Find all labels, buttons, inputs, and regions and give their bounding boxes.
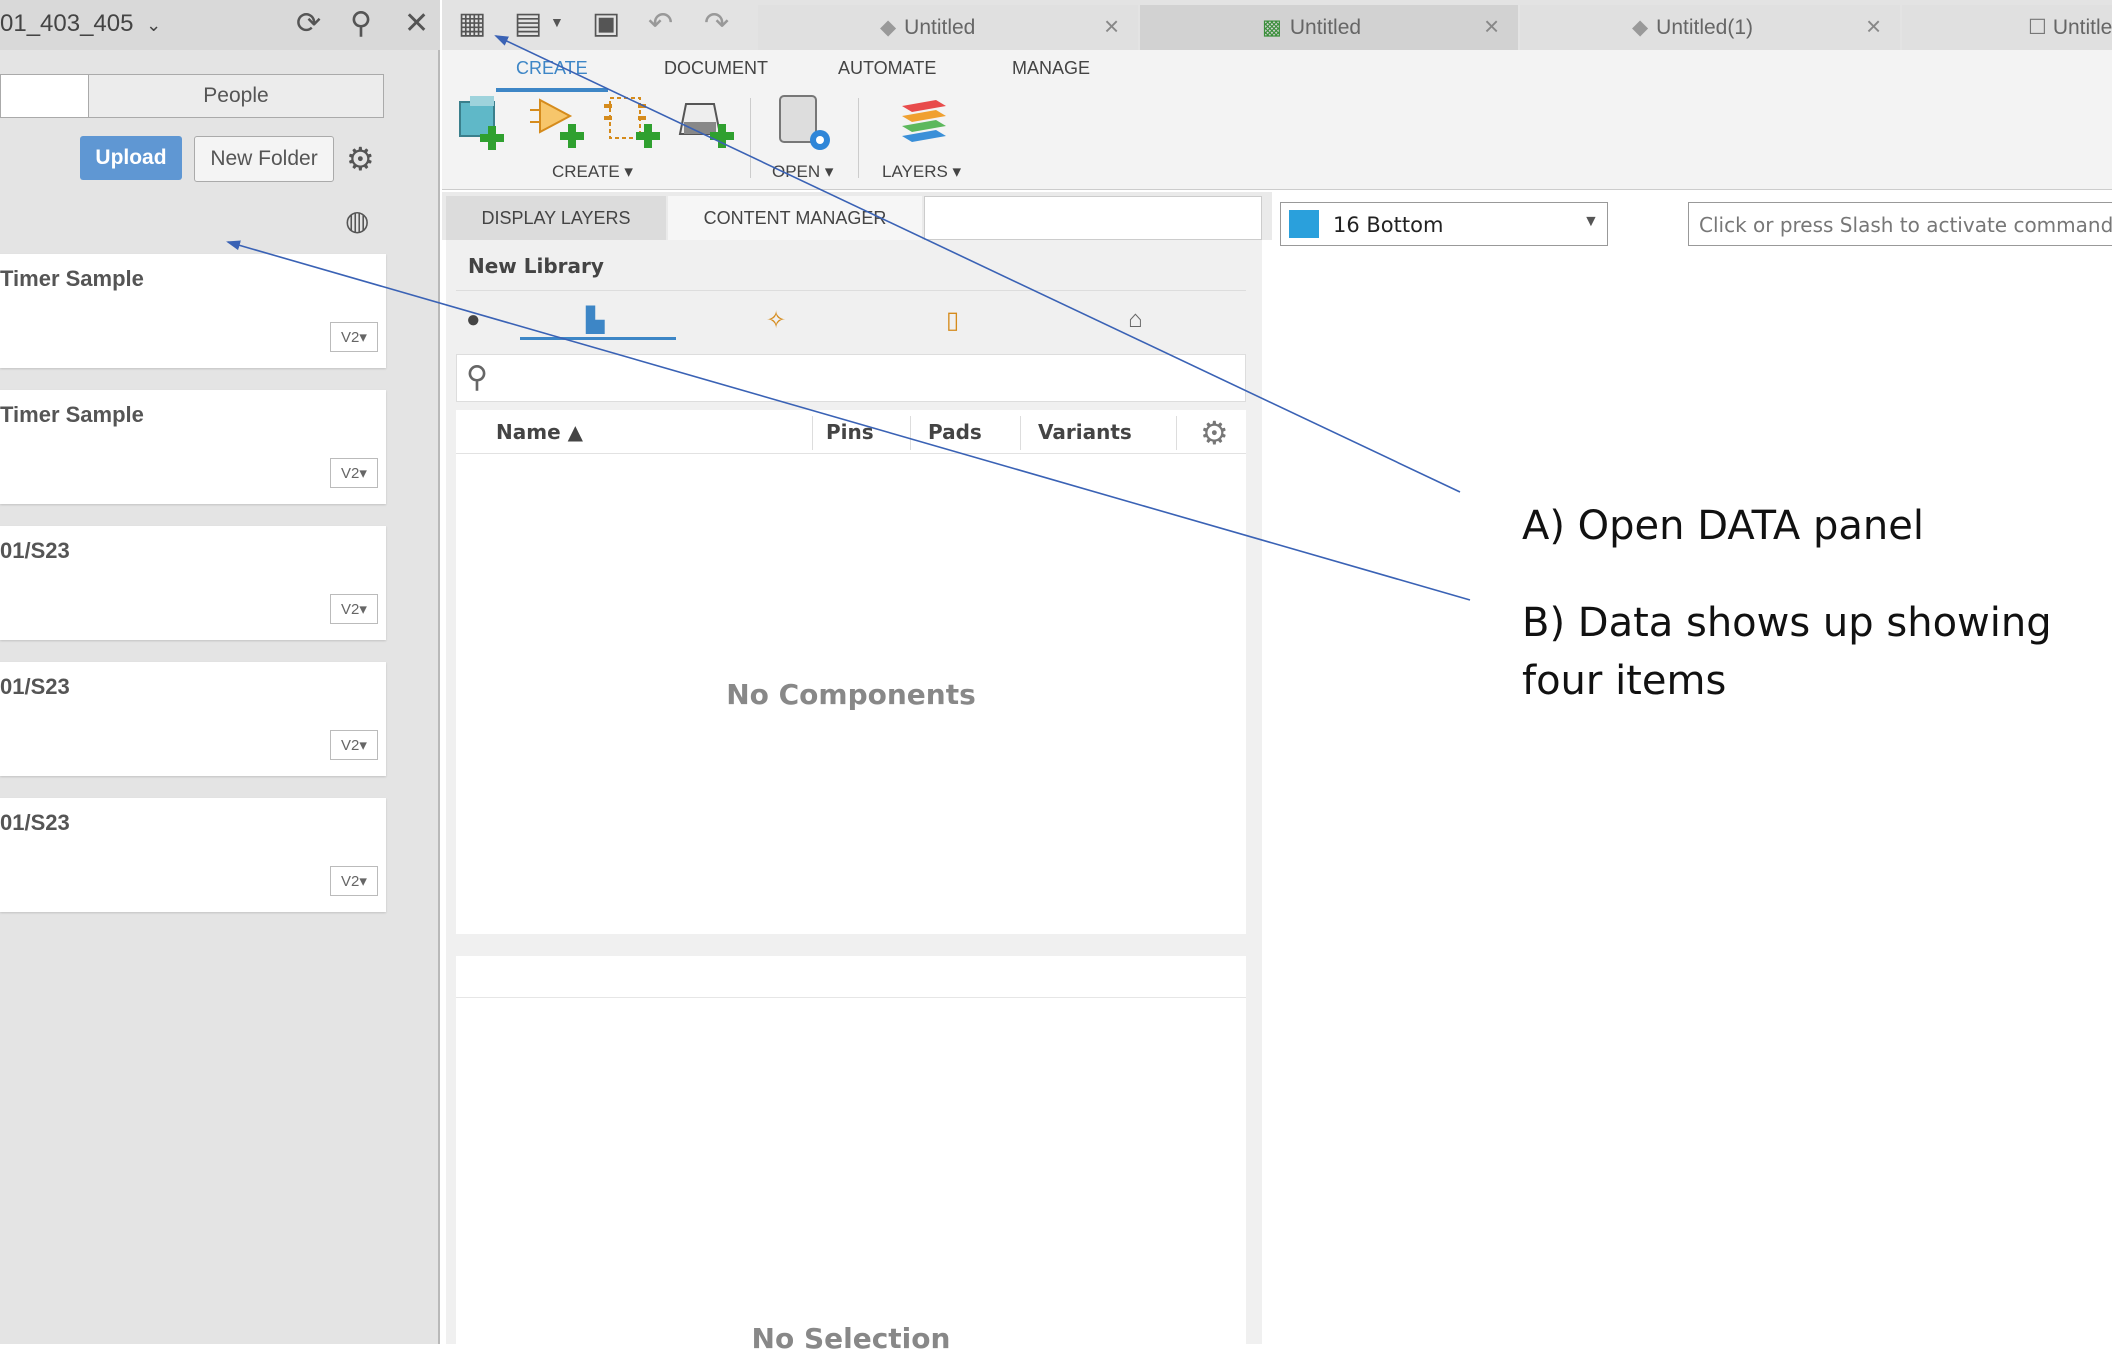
tab-manage[interactable]: MANAGE (1012, 58, 1090, 79)
people-tab[interactable]: People (88, 74, 384, 118)
close-icon[interactable]: × (1866, 11, 1881, 42)
info-icon[interactable]: ● (466, 306, 481, 334)
new-footprint-icon[interactable] (604, 94, 666, 154)
create-group-label[interactable]: CREATE ▾ (552, 162, 633, 182)
document-tab[interactable]: ◆ Untitled(1) × (1520, 5, 1900, 50)
version-dropdown[interactable]: V2▾ (330, 322, 378, 352)
refresh-icon[interactable]: ⟳ (296, 6, 321, 41)
divider (1176, 416, 1177, 450)
tab-label: Untitled (904, 15, 976, 39)
tab-label: Untitle (2052, 15, 2112, 39)
component-search-input[interactable] (456, 354, 1246, 402)
upload-button[interactable]: Upload (80, 136, 182, 180)
gear-icon[interactable]: ⚙ (1200, 414, 1229, 452)
divider (812, 416, 813, 450)
symbols-icon[interactable]: ✧ (766, 306, 786, 335)
project-name-label: 01_403_405 (0, 10, 134, 37)
column-pads[interactable]: Pads (928, 420, 982, 444)
separator (750, 98, 751, 178)
column-pins[interactable]: Pins (826, 420, 874, 444)
layers-group-label[interactable]: LAYERS ▾ (882, 162, 961, 182)
data-item-title: Timer Sample (0, 402, 144, 427)
empty-tab (924, 196, 1262, 240)
selection-empty-text: No Selection (751, 1322, 951, 1355)
segment-data[interactable] (0, 74, 88, 118)
file-icon[interactable]: ▤ (514, 6, 542, 41)
data-item[interactable]: Timer Sample V2▾ (0, 390, 386, 504)
selection-panel-header (456, 956, 1246, 998)
column-variants[interactable]: Variants (1038, 420, 1132, 444)
tab-document[interactable]: DOCUMENT (664, 58, 768, 79)
layer-select-value: 16 Bottom (1333, 213, 1444, 237)
tab-label: Untitled (1289, 15, 1362, 39)
close-icon[interactable]: × (1104, 11, 1119, 42)
data-item-title: 01/S23 (0, 810, 70, 835)
new-package-icon[interactable] (456, 94, 516, 154)
save-icon[interactable]: ▣ (592, 6, 620, 41)
divider (1020, 416, 1021, 450)
version-dropdown[interactable]: V2▾ (330, 594, 378, 624)
board-icon: ◆ (1632, 16, 1649, 39)
new-symbol-icon[interactable] (530, 94, 592, 154)
selection-panel (456, 956, 1246, 1344)
column-name[interactable]: Name ▲ (496, 420, 583, 444)
data-item-title: Timer Sample (0, 266, 144, 291)
packages-icon[interactable]: ⌂ (1128, 306, 1143, 334)
components-icon[interactable]: ▙ (586, 306, 604, 335)
data-item[interactable]: 01/S23 V2▾ (0, 798, 386, 912)
version-dropdown[interactable]: V2▾ (330, 730, 378, 760)
close-icon[interactable]: × (1484, 11, 1499, 42)
chevron-down-icon: ⌄ (146, 15, 162, 35)
tab-display-layers[interactable]: DISPLAY LAYERS (446, 196, 666, 240)
search-icon[interactable]: ⚲ (350, 6, 372, 41)
data-item-title: 01/S23 (0, 538, 70, 563)
active-tab-indicator (496, 88, 608, 92)
data-item[interactable]: 01/S23 V2▾ (0, 662, 386, 776)
document-tab[interactable]: ☐ Untitle (1902, 5, 2112, 50)
globe-icon[interactable]: ◍ (345, 204, 369, 237)
document-tab[interactable]: ◆ Untitled × (758, 5, 1138, 50)
footprints-icon[interactable]: ▯ (946, 306, 959, 335)
version-dropdown[interactable]: V2▾ (330, 866, 378, 896)
board-icon: ◆ (880, 16, 897, 39)
layer-select[interactable]: 16 Bottom ▼ (1280, 202, 1608, 246)
document-icon: ☐ (2028, 16, 2047, 39)
search-icon: ⚲ (466, 361, 488, 394)
tab-label: Untitled(1) (1656, 15, 1754, 39)
divider (456, 290, 1246, 291)
data-item[interactable]: 01/S23 V2▾ (0, 526, 386, 640)
tab-automate[interactable]: AUTOMATE (838, 58, 936, 79)
schematic-icon: ▩ (1262, 16, 1282, 39)
layer-color-swatch (1289, 210, 1319, 238)
close-icon[interactable]: ✕ (404, 6, 429, 41)
empty-state-text: No Components (726, 678, 976, 711)
gear-icon[interactable]: ⚙ (346, 140, 375, 178)
version-dropdown[interactable]: V2▾ (330, 458, 378, 488)
annotation-a: A) Open DATA panel (1522, 503, 1924, 549)
data-item[interactable]: Timer Sample V2▾ (0, 254, 386, 368)
redo-icon[interactable]: ↷ (704, 6, 729, 41)
active-tab-indicator (520, 337, 676, 340)
data-item-title: 01/S23 (0, 674, 70, 699)
new-device-icon[interactable] (676, 94, 738, 154)
command-line-input[interactable]: Click or press Slash to activate command… (1688, 202, 2112, 246)
tab-create[interactable]: CREATE (516, 58, 588, 79)
open-library-icon[interactable] (776, 94, 836, 156)
divider (910, 416, 911, 450)
library-title[interactable]: New Library (468, 254, 604, 278)
grid-icon[interactable]: ▦ (458, 6, 486, 41)
separator (858, 98, 859, 178)
annotation-b-line2: four items (1522, 658, 1727, 704)
layers-icon[interactable] (896, 94, 952, 154)
undo-icon[interactable]: ↶ (648, 6, 673, 41)
tab-content-manager[interactable]: CONTENT MANAGER (668, 196, 922, 240)
chevron-down-icon: ▼ (1583, 213, 1599, 230)
chevron-down-icon[interactable]: ▼ (550, 14, 564, 30)
project-name[interactable]: 01_403_405 ⌄ (0, 10, 161, 38)
open-group-label[interactable]: OPEN ▾ (772, 162, 833, 182)
annotation-b-line1: B) Data shows up showing (1522, 600, 2052, 646)
new-folder-button[interactable]: New Folder (194, 136, 334, 182)
document-tab-active[interactable]: ▩ Untitled × (1140, 5, 1518, 50)
